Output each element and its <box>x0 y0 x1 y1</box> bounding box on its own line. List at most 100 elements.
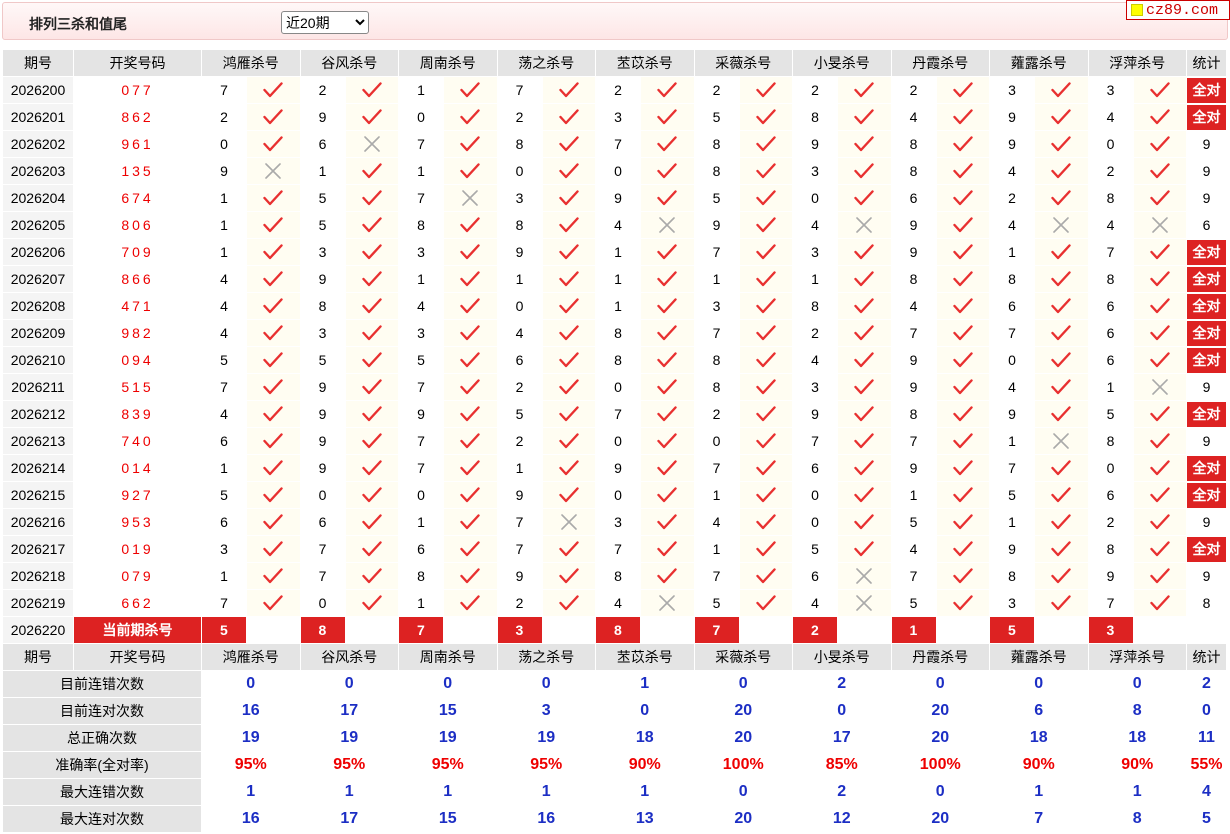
draw-number: 019 <box>73 535 202 563</box>
check-icon <box>460 136 480 152</box>
check-icon <box>559 379 579 395</box>
col-header-expert[interactable]: 浮萍杀号 <box>1087 49 1187 77</box>
kill-number: 1 <box>398 589 444 617</box>
col-header-expert[interactable]: 浮萍杀号 <box>1087 643 1187 671</box>
summary-value: 17 <box>792 724 892 752</box>
miss-mark <box>541 508 596 536</box>
check-icon <box>1051 244 1071 260</box>
check-icon <box>657 433 677 449</box>
check-icon <box>1150 406 1170 422</box>
hit-mark <box>640 130 695 158</box>
col-header-expert[interactable]: 苤苡杀号 <box>595 49 695 77</box>
hit-mark <box>443 103 498 131</box>
col-header-expert[interactable]: 采薇杀号 <box>693 49 793 77</box>
check-icon <box>559 352 579 368</box>
cross-icon <box>462 190 479 206</box>
current-kill-spacer <box>344 616 399 644</box>
kill-number: 0 <box>398 103 444 131</box>
hit-mark <box>1132 454 1187 482</box>
kill-number: 7 <box>595 130 641 158</box>
hit-mark <box>541 427 596 455</box>
check-icon <box>1150 595 1170 611</box>
hit-mark <box>935 400 990 428</box>
kill-number: 0 <box>201 130 247 158</box>
col-header-expert[interactable]: 鸿雁杀号 <box>201 49 301 77</box>
kill-number: 1 <box>201 454 247 482</box>
check-icon <box>854 109 874 125</box>
kill-number: 7 <box>398 427 444 455</box>
hit-mark <box>246 292 301 320</box>
hit-mark <box>246 238 301 266</box>
hit-mark <box>935 238 990 266</box>
col-header-expert[interactable]: 周南杀号 <box>398 49 498 77</box>
hit-mark <box>1034 589 1089 617</box>
cross-icon <box>560 514 577 530</box>
current-issue-number: 2026220 <box>2 616 74 644</box>
hit-mark <box>738 292 793 320</box>
hit-mark <box>443 346 498 374</box>
hit-mark <box>246 427 301 455</box>
all-correct-badge: 全对 <box>1187 455 1226 481</box>
summary-value: 16 <box>201 805 301 833</box>
summary-row: 总正确次数 19 19 19 19 18 20 17 20 18 18 11 <box>2 724 1227 752</box>
check-icon <box>1150 514 1170 530</box>
kill-number: 1 <box>299 157 346 185</box>
kill-number: 0 <box>595 157 641 185</box>
kill-number: 4 <box>201 265 247 293</box>
summary-label: 目前连错次数 <box>2 670 202 698</box>
kill-number: 4 <box>890 292 937 320</box>
col-header-expert[interactable]: 荡之杀号 <box>496 643 596 671</box>
kill-number: 7 <box>299 535 346 563</box>
brand-badge[interactable]: cz89.com <box>1126 0 1230 20</box>
check-icon <box>362 163 382 179</box>
miss-mark <box>246 157 301 185</box>
kill-number: 0 <box>595 373 641 401</box>
current-kill-number: 3 <box>496 616 543 644</box>
row-stat: 全对 <box>1186 265 1227 293</box>
col-header-expert[interactable]: 蕹露杀号 <box>989 643 1089 671</box>
check-icon <box>460 406 480 422</box>
col-header-expert[interactable]: 丹霞杀号 <box>890 643 990 671</box>
kill-number: 6 <box>201 427 247 455</box>
check-icon <box>756 595 776 611</box>
col-header-expert[interactable]: 谷风杀号 <box>299 49 399 77</box>
check-icon <box>559 298 579 314</box>
kill-number: 7 <box>693 238 740 266</box>
hit-mark <box>1132 346 1187 374</box>
hit-mark <box>246 319 301 347</box>
check-icon <box>460 487 480 503</box>
top-bar: 排列三杀和值尾 近20期 <box>2 2 1228 40</box>
cross-icon <box>856 217 873 233</box>
col-header-stat: 统计 <box>1186 49 1227 77</box>
period-select[interactable]: 近20期 <box>281 11 369 34</box>
col-header-expert[interactable]: 小旻杀号 <box>792 49 892 77</box>
check-icon <box>559 163 579 179</box>
summary-value: 0 <box>890 778 990 806</box>
kill-number: 1 <box>890 481 937 509</box>
issue-number: 2026212 <box>2 400 74 428</box>
col-header-expert[interactable]: 苤苡杀号 <box>595 643 695 671</box>
col-header-expert[interactable]: 小旻杀号 <box>792 643 892 671</box>
table-row: 2026216 953 6 6 1 7 3 4 0 5 1 2 9 <box>2 508 1227 536</box>
col-header-expert[interactable]: 采薇杀号 <box>693 643 793 671</box>
check-icon <box>953 487 973 503</box>
kill-number: 4 <box>989 211 1035 239</box>
issue-number: 2026210 <box>2 346 74 374</box>
issue-number: 2026209 <box>2 319 74 347</box>
all-correct-badge: 全对 <box>1187 239 1226 265</box>
col-header-expert[interactable]: 荡之杀号 <box>496 49 596 77</box>
col-header-expert[interactable]: 鸿雁杀号 <box>201 643 301 671</box>
col-header-expert[interactable]: 谷风杀号 <box>299 643 399 671</box>
hit-mark <box>640 265 695 293</box>
col-header-expert[interactable]: 蕹露杀号 <box>989 49 1089 77</box>
hit-mark <box>541 184 596 212</box>
kill-number: 5 <box>201 481 247 509</box>
check-icon <box>953 136 973 152</box>
current-kill-number: 2 <box>792 616 838 644</box>
kill-number: 8 <box>496 211 543 239</box>
col-header-expert[interactable]: 周南杀号 <box>398 643 498 671</box>
kill-number: 2 <box>792 76 838 104</box>
col-header-expert[interactable]: 丹霞杀号 <box>890 49 990 77</box>
kill-number: 2 <box>1087 157 1134 185</box>
summary-value: 0 <box>693 670 793 698</box>
